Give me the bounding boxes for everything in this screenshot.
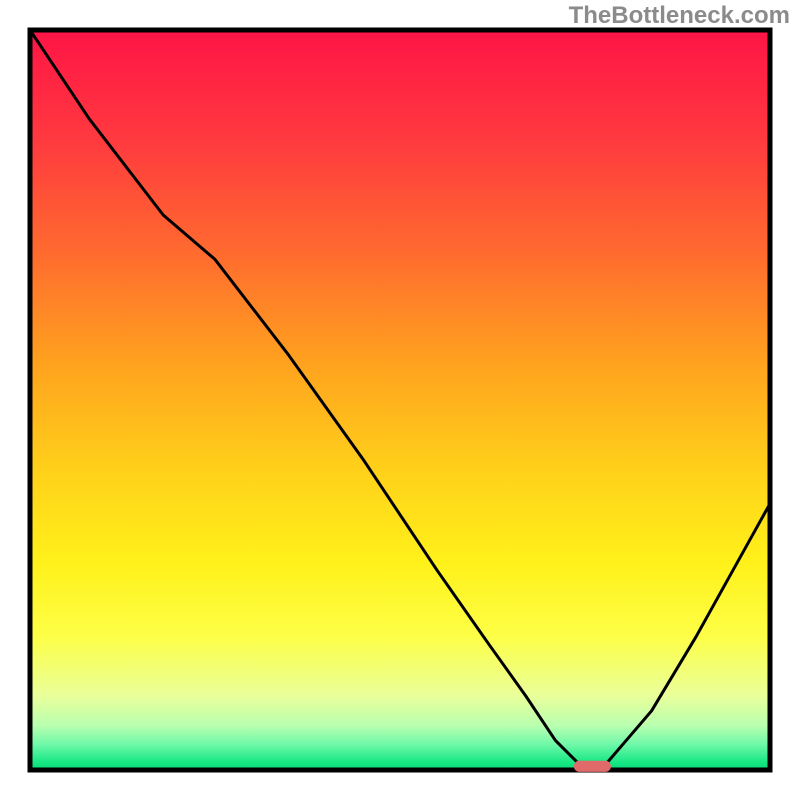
chart-svg [0,0,800,800]
chart-background [30,30,770,770]
optimal-marker [574,761,611,772]
chart-container: { "watermark": "TheBottleneck.com", "cha… [0,0,800,800]
watermark-text: TheBottleneck.com [569,2,790,30]
